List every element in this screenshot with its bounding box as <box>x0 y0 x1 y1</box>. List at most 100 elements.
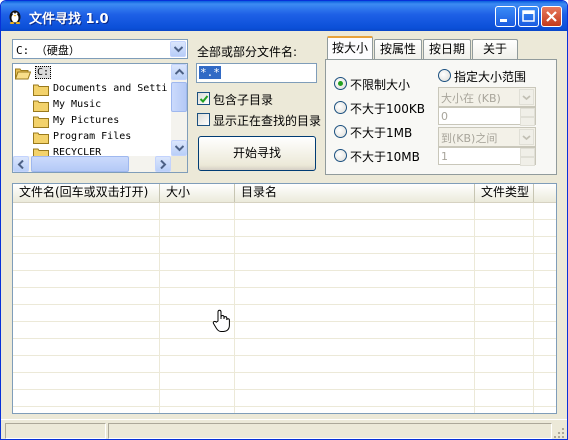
filename-label: 全部或部分文件名: <box>197 45 298 59</box>
open-folder-icon <box>15 68 31 80</box>
radio-custom-range-label[interactable]: 指定大小范围 <box>454 68 526 85</box>
hand-cursor-icon <box>212 309 230 332</box>
column-header-filename[interactable]: 文件名(回车或双击打开) <box>13 184 160 202</box>
range-from-spinner[interactable]: 0 <box>438 107 536 126</box>
tree-vertical-scrollbar[interactable] <box>171 64 187 156</box>
tab-date[interactable]: 按日期 <box>423 39 471 59</box>
maximize-icon <box>522 10 535 22</box>
tree-horizontal-scrollbar[interactable] <box>13 156 171 172</box>
folder-icon <box>33 132 49 144</box>
filename-input-value: *.* <box>199 66 221 79</box>
scroll-left-button[interactable] <box>13 156 29 172</box>
radio-selected-dot <box>338 81 343 86</box>
radio-no-limit-label[interactable]: 不限制大小 <box>350 76 410 93</box>
column-header-size[interactable]: 大小 <box>160 184 235 202</box>
range-to-spinner[interactable]: 1 <box>438 147 536 166</box>
chevron-down-icon <box>174 46 183 53</box>
include-subdirs-checkbox[interactable] <box>197 92 210 105</box>
radio-max-100kb[interactable] <box>334 101 347 114</box>
scroll-right-button[interactable] <box>155 156 171 172</box>
tree-item-label: Program Files <box>53 131 132 142</box>
tab-about-label: 关于 <box>482 42 507 56</box>
tab-attributes[interactable]: 按属性 <box>374 39 422 59</box>
show-current-dir-checkbox[interactable] <box>197 113 210 126</box>
close-button[interactable] <box>541 6 562 27</box>
chevron-down-icon <box>522 135 531 141</box>
main-window: 文件寻找 1.0 C: （硬盘） C: Documents and Setti … <box>0 0 568 440</box>
folder-icon <box>33 116 49 128</box>
drive-dropdown-button[interactable] <box>170 41 186 57</box>
size-tab-panel: 不限制大小 不大于100KB 不大于1MB 不大于10MB 指定大小范围 大小在… <box>325 59 557 175</box>
grid-line <box>159 203 160 413</box>
range-from-combo-value: 大小在 (KB) <box>441 92 501 105</box>
grid-line <box>533 203 534 413</box>
filename-input[interactable]: *.* <box>196 63 317 83</box>
start-search-button[interactable]: 开始寻找 <box>198 136 316 171</box>
show-current-dir-label[interactable]: 显示正在查找的目录 <box>213 112 321 129</box>
range-from-dropdown-button[interactable] <box>519 89 534 105</box>
drive-select-value: C: （硬盘） <box>16 44 80 57</box>
close-icon <box>546 11 557 22</box>
radio-max-100kb-label[interactable]: 不大于100KB <box>350 100 425 117</box>
status-pane <box>108 423 552 439</box>
grid-line <box>234 203 235 413</box>
chevron-up-icon <box>175 68 184 75</box>
radio-no-limit[interactable] <box>334 77 347 90</box>
maximize-button[interactable] <box>518 6 539 27</box>
column-header-label: 目录名 <box>241 185 278 199</box>
minimize-button[interactable] <box>495 6 516 27</box>
range-to-value: 1 <box>441 150 448 163</box>
radio-max-10mb-label[interactable]: 不大于10MB <box>350 148 420 165</box>
tab-size[interactable]: 按大小 <box>327 36 373 60</box>
title-bar[interactable]: 文件寻找 1.0 <box>1 1 567 31</box>
scroll-thumb[interactable] <box>31 156 129 172</box>
radio-max-1mb[interactable] <box>334 125 347 138</box>
tab-about[interactable]: 关于 <box>472 39 518 59</box>
range-from-spin-buttons[interactable] <box>520 108 535 126</box>
folder-icon <box>33 84 49 96</box>
column-header-directory[interactable]: 目录名 <box>235 184 475 202</box>
tree-item-label: My Pictures <box>53 115 120 126</box>
scroll-down-button[interactable] <box>171 140 187 156</box>
start-search-button-label: 开始寻找 <box>232 146 281 160</box>
tree-item-label: My Music <box>53 99 102 110</box>
chevron-down-icon <box>175 145 184 152</box>
window-title: 文件寻找 1.0 <box>29 12 109 27</box>
chevron-down-icon <box>522 95 531 101</box>
tree-item-label: C: <box>35 66 52 79</box>
tab-date-label: 按日期 <box>428 42 465 56</box>
directory-tree[interactable]: C: Documents and Setti My Music My Pictu… <box>12 63 188 173</box>
range-to-combo-value: 到(KB)之间 <box>441 132 498 145</box>
range-from-value: 0 <box>441 110 448 123</box>
tree-item-label: Documents and Setti <box>53 83 168 94</box>
status-pane <box>5 423 106 439</box>
column-header-label: 大小 <box>166 185 191 199</box>
range-to-dropdown-button[interactable] <box>519 129 534 145</box>
folder-icon <box>33 100 49 112</box>
tab-attributes-label: 按属性 <box>379 42 416 56</box>
range-to-combo[interactable]: 到(KB)之间 <box>438 127 536 147</box>
chevron-left-icon <box>17 160 24 169</box>
radio-max-1mb-label[interactable]: 不大于1MB <box>350 124 412 141</box>
include-subdirs-label[interactable]: 包含子目录 <box>213 91 273 108</box>
radio-max-10mb[interactable] <box>334 149 347 162</box>
scroll-up-button[interactable] <box>171 64 187 80</box>
range-from-combo[interactable]: 大小在 (KB) <box>438 87 536 107</box>
grid-line <box>474 203 475 413</box>
results-header: 文件名(回车或双击打开) 大小 目录名 文件类型 <box>13 184 556 203</box>
penguin-app-icon <box>9 10 21 24</box>
results-list[interactable]: 文件名(回车或双击打开) 大小 目录名 文件类型 <box>12 183 557 414</box>
column-header-label: 文件名(回车或双击打开) <box>19 185 149 199</box>
chevron-right-icon <box>160 160 167 169</box>
column-header-filetype[interactable]: 文件类型 <box>475 184 534 202</box>
drive-select[interactable]: C: （硬盘） <box>12 39 188 59</box>
range-to-spin-buttons[interactable] <box>520 148 535 166</box>
radio-custom-range[interactable] <box>438 69 451 82</box>
column-header-label: 文件类型 <box>481 185 530 199</box>
checkmark-icon <box>199 95 209 103</box>
status-bar <box>1 419 567 439</box>
resize-grip-icon[interactable] <box>553 427 565 439</box>
scroll-thumb[interactable] <box>171 82 187 112</box>
minimize-icon <box>500 19 507 22</box>
tab-size-label: 按大小 <box>331 41 368 55</box>
